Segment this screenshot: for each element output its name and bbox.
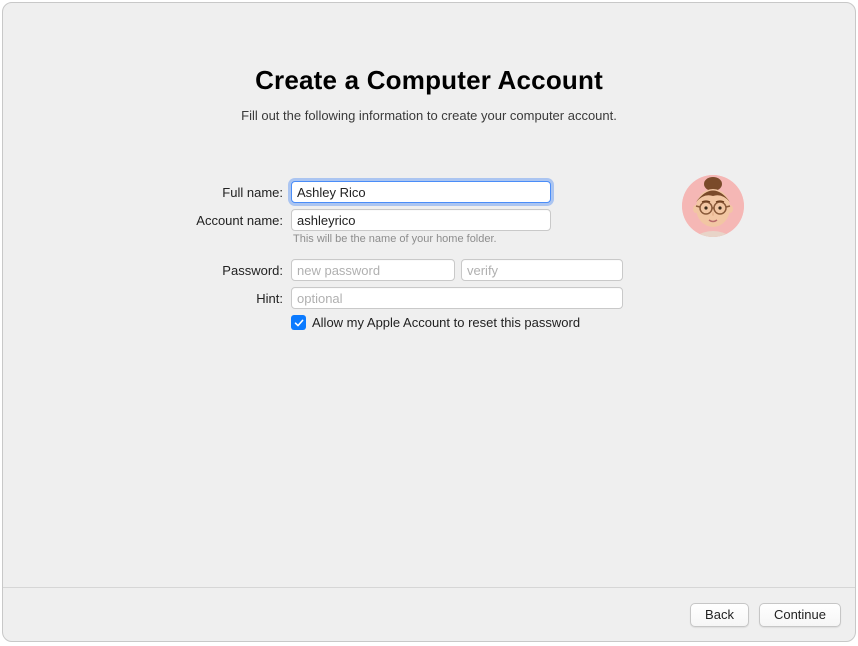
account-name-hint: This will be the name of your home folde… xyxy=(291,233,729,245)
password-row: Password: xyxy=(129,259,729,281)
page-subtitle: Fill out the following information to cr… xyxy=(241,108,617,123)
checkmark-icon xyxy=(294,318,304,328)
new-password-input[interactable] xyxy=(291,259,455,281)
allow-reset-row: Allow my Apple Account to reset this pas… xyxy=(291,315,729,330)
hint-input[interactable] xyxy=(291,287,623,309)
hint-label: Hint: xyxy=(129,291,291,306)
account-name-row: Account name: xyxy=(129,209,729,231)
account-name-input[interactable] xyxy=(291,209,551,231)
full-name-input[interactable] xyxy=(291,181,551,203)
allow-reset-checkbox[interactable] xyxy=(291,315,306,330)
back-button[interactable]: Back xyxy=(690,603,749,627)
page-title: Create a Computer Account xyxy=(255,65,603,96)
continue-button[interactable]: Continue xyxy=(759,603,841,627)
memoji-avatar-icon xyxy=(682,175,744,237)
password-label: Password: xyxy=(129,263,291,278)
hint-row: Hint: xyxy=(129,287,729,309)
account-form: Full name: Account name: This will be th… xyxy=(129,181,729,330)
allow-reset-label: Allow my Apple Account to reset this pas… xyxy=(312,315,580,330)
main-content: Create a Computer Account Fill out the f… xyxy=(3,3,855,587)
account-name-label: Account name: xyxy=(129,213,291,228)
full-name-label: Full name: xyxy=(129,185,291,200)
full-name-row: Full name: xyxy=(129,181,729,203)
setup-assistant-window: Create a Computer Account Fill out the f… xyxy=(2,2,856,642)
account-avatar[interactable] xyxy=(682,175,744,237)
footer-bar: Back Continue xyxy=(3,587,855,641)
verify-password-input[interactable] xyxy=(461,259,623,281)
